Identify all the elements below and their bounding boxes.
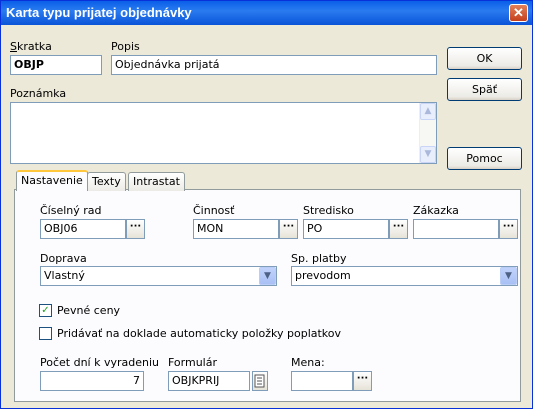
cinnost-label: Činnosť (193, 204, 235, 217)
zakazka-browse-button[interactable]: ··· (499, 219, 518, 239)
doprava-select[interactable]: Vlastný ▼ (40, 266, 277, 286)
pridavat-checkbox[interactable] (39, 327, 52, 340)
stredisko-browse-button[interactable]: ··· (389, 219, 408, 239)
zakazka-field[interactable] (413, 219, 499, 239)
tab-intrastat[interactable]: Intrastat (128, 172, 185, 191)
ciselny-rad-field[interactable]: OBJ06 (40, 219, 126, 239)
ok-button[interactable]: OK (447, 47, 522, 70)
formular-field[interactable]: OBJKPRIJ (168, 371, 250, 391)
pomoc-button[interactable]: Pomoc (447, 147, 522, 170)
zakazka-label: Zákazka (413, 204, 459, 217)
scroll-down-icon[interactable]: ▼ (420, 146, 436, 163)
sp-platby-select[interactable]: prevodom ▼ (291, 266, 518, 286)
sp-platby-selected-value: prevodom (295, 269, 351, 282)
pevne-ceny-checkbox[interactable]: ✓ (39, 304, 52, 317)
pridavat-label: Pridávať na doklade automaticky položky … (57, 327, 342, 340)
ciselny-rad-label: Číselný rad (40, 204, 102, 217)
tab-texty[interactable]: Texty (87, 172, 126, 191)
poznamka-scrollbar[interactable]: ▲ ▼ (419, 103, 436, 163)
formular-label: Formulár (168, 356, 218, 369)
doprava-label: Doprava (40, 252, 87, 265)
chevron-down-icon[interactable]: ▼ (259, 267, 276, 285)
skratka-label-accesskey: S (10, 40, 17, 53)
pevne-ceny-label: Pevné ceny (57, 304, 121, 317)
stredisko-field[interactable]: PO (303, 219, 389, 239)
spat-button[interactable]: Späť (447, 78, 522, 101)
cinnost-field[interactable]: MON (193, 219, 279, 239)
pocet-dni-field[interactable]: 7 (40, 371, 144, 391)
pocet-dni-label: Počet dní k vyradeniu (40, 356, 160, 369)
cinnost-browse-button[interactable]: ··· (279, 219, 298, 239)
popis-label: Popis (111, 40, 140, 53)
scroll-up-icon[interactable]: ▲ (420, 103, 436, 120)
close-button[interactable]: ✕ (509, 4, 528, 22)
tab-nastavenie[interactable]: Nastavenie (16, 170, 88, 191)
mena-label: Mena: (291, 356, 325, 369)
mena-field[interactable] (291, 371, 353, 391)
ciselny-rad-browse-button[interactable]: ··· (126, 219, 145, 239)
popis-field[interactable]: Objednávka prijatá (111, 55, 437, 75)
skratka-field[interactable]: OBJP (10, 55, 102, 75)
poznamka-label: Poznámka (10, 87, 67, 100)
doprava-selected-value: Vlastný (44, 269, 85, 282)
window-title: Karta typu prijatej objednávky (6, 5, 192, 20)
mena-browse-button[interactable]: ··· (353, 371, 372, 391)
sp-platby-label: Sp. platby (291, 252, 347, 265)
title-bar: Karta typu prijatej objednávky ✕ (1, 1, 532, 25)
formular-edit-icon[interactable] (252, 371, 268, 391)
dialog-window: Karta typu prijatej objednávky ✕ Skratka… (0, 0, 533, 409)
poznamka-textarea[interactable]: ▲ ▼ (10, 102, 437, 164)
skratka-label-rest: kratka (16, 40, 52, 53)
stredisko-label: Stredisko (303, 204, 354, 217)
chevron-down-icon[interactable]: ▼ (500, 267, 517, 285)
skratka-label: Skratka (10, 40, 52, 53)
